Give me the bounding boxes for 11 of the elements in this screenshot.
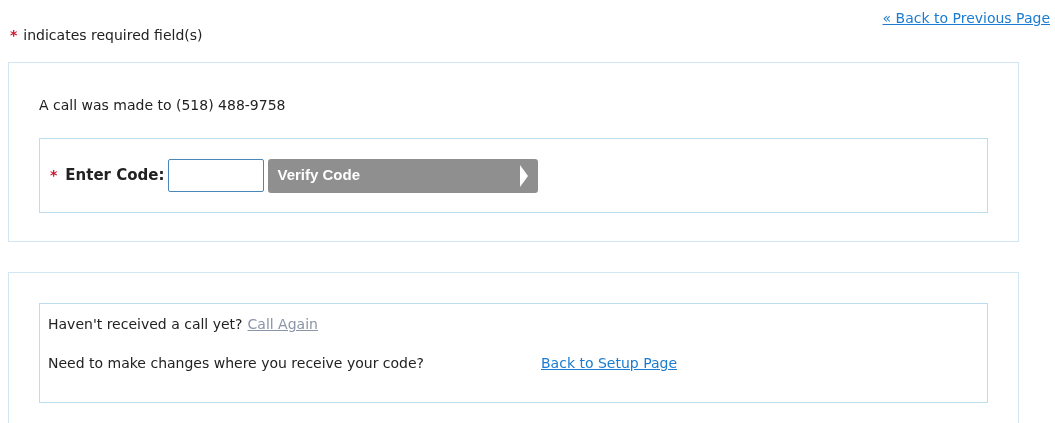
required-asterisk: *: [50, 166, 58, 185]
call-message: A call was made to (518) 488-9758: [39, 96, 287, 115]
help-link[interactable]: Back to Setup Page: [541, 353, 678, 374]
required-note: indicates required field(s): [23, 26, 203, 45]
help-text: Need to make changes where you receive your code?: [48, 354, 426, 373]
chevron-icon: [520, 164, 529, 187]
back-link[interactable]: « Back to Previous Page: [882, 8, 1050, 29]
required-asterisk: *: [10, 26, 18, 45]
code-label: Enter Code:: [65, 165, 165, 187]
help-text: Haven't received a call yet?: [48, 315, 243, 334]
code-input[interactable]: [168, 159, 265, 192]
